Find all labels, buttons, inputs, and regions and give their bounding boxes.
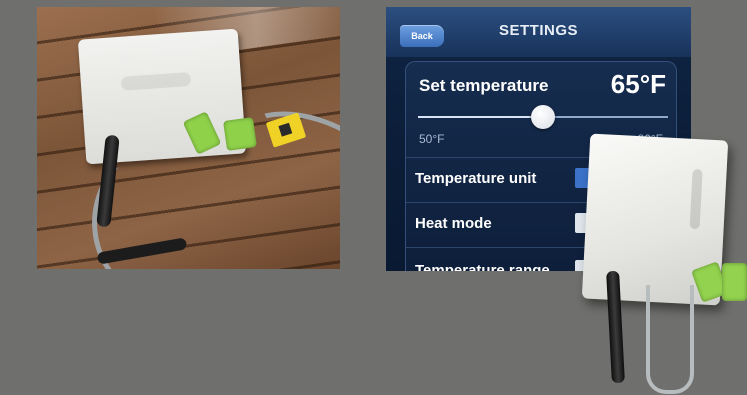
header-bar: Back SETTINGS: [386, 7, 691, 57]
temperature-range-label: Temperature range: [415, 262, 550, 271]
slider-min-label: 50°F: [419, 132, 445, 146]
temperature-unit-label: Temperature unit: [415, 170, 537, 187]
green-clip: [223, 117, 257, 151]
page-title: SETTINGS: [498, 22, 578, 39]
enclosure-slot: [689, 168, 703, 230]
heat-mode-label: Heat mode: [415, 215, 492, 232]
green-clip: [722, 263, 747, 301]
sensor-cable: [646, 285, 694, 394]
enclosure-vent: [120, 71, 192, 91]
set-temperature-label: Set temperature: [419, 76, 549, 95]
set-temperature-value: 65°F: [610, 69, 666, 99]
device-photo-on-deck: [37, 7, 340, 269]
temperature-slider[interactable]: [418, 105, 668, 129]
sensor-enclosure: [77, 28, 247, 165]
device-overlay: [576, 133, 747, 395]
slider-thumb[interactable]: [531, 105, 555, 129]
slider-fill: [418, 116, 543, 118]
